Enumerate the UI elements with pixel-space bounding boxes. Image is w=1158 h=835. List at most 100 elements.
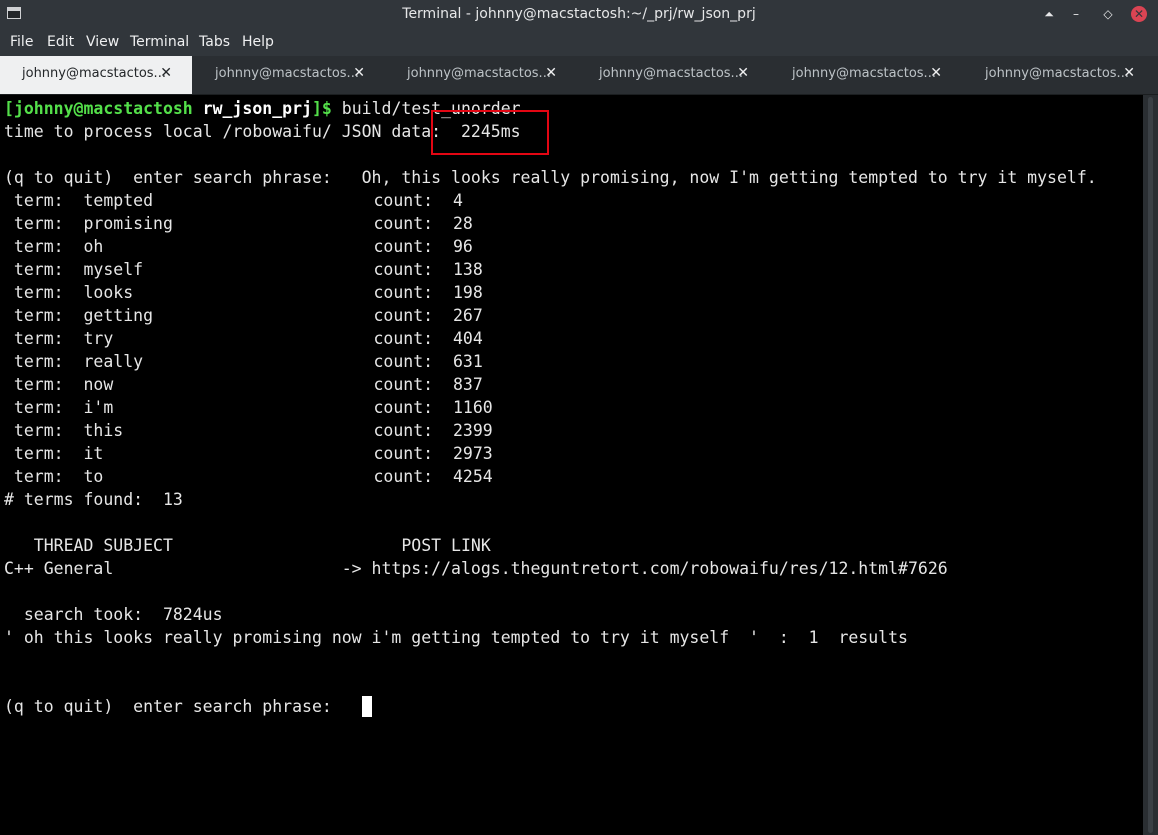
terminal-output[interactable]: [johnny@macstactosh rw_json_prj]$ build/… <box>0 95 1143 835</box>
term-value: promising <box>83 214 173 233</box>
highlight-annotation-box <box>431 110 549 155</box>
count-value: 2399 <box>452 421 493 440</box>
tab-6[interactable]: johnny@macstactos... ✕ <box>963 56 1155 94</box>
term-value: getting <box>83 306 154 325</box>
keep-above-icon[interactable]: ⏶ <box>1041 6 1057 22</box>
term-label: term: <box>4 467 84 486</box>
tab-close-icon[interactable]: ✕ <box>1123 65 1135 81</box>
terms-found-line: # terms found: 13 <box>4 490 183 509</box>
term-label: term: <box>4 306 84 325</box>
prompt-symbol: ]$ <box>311 99 332 118</box>
count-value: 4 <box>452 191 463 210</box>
term-value: myself <box>83 260 144 279</box>
menu-terminal[interactable]: Terminal <box>130 34 189 50</box>
vertical-scrollbar[interactable] <box>1143 95 1158 835</box>
menu-file[interactable]: File <box>10 34 33 50</box>
count-label: count: <box>373 237 453 256</box>
count-label: count: <box>373 191 453 210</box>
count-value: 4254 <box>452 467 493 486</box>
window-title: Terminal - johnny@macstactosh:~/_prj/rw_… <box>402 6 756 22</box>
tab-4[interactable]: johnny@macstactos... ✕ <box>577 56 769 94</box>
term-value: tempted <box>83 191 154 210</box>
count-label: count: <box>373 375 453 394</box>
tab-close-icon[interactable]: ✕ <box>545 65 557 81</box>
term-value: really <box>83 352 144 371</box>
count-value: 1160 <box>452 398 493 417</box>
menu-tabs[interactable]: Tabs <box>199 34 230 50</box>
count-label: count: <box>373 467 453 486</box>
term-value: it <box>83 444 104 463</box>
term-row: term: looks count: 198 <box>4 281 483 304</box>
count-value: 2973 <box>452 444 493 463</box>
tab-label: johnny@macstactos... <box>599 66 743 81</box>
tab-close-icon[interactable]: ✕ <box>737 65 749 81</box>
results-summary-line: ' oh this looks really promising now i'm… <box>4 628 908 647</box>
term-label: term: <box>4 214 84 233</box>
count-label: count: <box>373 421 453 440</box>
tab-label: johnny@macstactos... <box>215 66 359 81</box>
term-value: try <box>83 329 114 348</box>
count-value: 28 <box>452 214 473 233</box>
count-label: count: <box>373 283 453 302</box>
scrollbar-track[interactable] <box>1148 97 1153 833</box>
search-phrase-line: (q to quit) enter search phrase: Oh, thi… <box>4 168 1097 187</box>
text-cursor <box>361 696 372 717</box>
term-row: term: it count: 2973 <box>4 442 493 465</box>
tab-5[interactable]: johnny@macstactos... ✕ <box>770 56 962 94</box>
term-row: term: promising count: 28 <box>4 212 473 235</box>
search-time-line: search took: 7824us <box>4 605 223 624</box>
term-label: term: <box>4 352 84 371</box>
restore-icon[interactable]: ◇ <box>1100 6 1116 22</box>
term-label: term: <box>4 329 84 348</box>
tab-3[interactable]: johnny@macstactos... ✕ <box>385 56 577 94</box>
prompt-directory: rw_json_prj <box>192 99 312 118</box>
count-value: 96 <box>452 237 473 256</box>
count-value: 198 <box>452 283 483 302</box>
count-label: count: <box>373 260 453 279</box>
count-value: 267 <box>452 306 483 325</box>
result-row: C++ General -> https://alogs.theguntreto… <box>4 559 948 578</box>
menu-edit[interactable]: Edit <box>47 34 74 50</box>
count-value: 404 <box>452 329 483 348</box>
minimize-icon[interactable]: – <box>1068 6 1084 22</box>
count-label: count: <box>373 329 453 348</box>
term-label: term: <box>4 260 84 279</box>
tab-label: johnny@macstactos... <box>22 66 166 81</box>
tab-2[interactable]: johnny@macstactos... ✕ <box>193 56 385 94</box>
tab-close-icon[interactable]: ✕ <box>160 65 172 81</box>
tab-label: johnny@macstactos... <box>407 66 551 81</box>
input-prompt-text: (q to quit) enter search phrase: <box>4 697 362 716</box>
menu-view[interactable]: View <box>86 34 119 50</box>
term-value: looks <box>83 283 134 302</box>
term-label: term: <box>4 283 84 302</box>
term-value: to <box>83 467 104 486</box>
term-value: oh <box>83 237 104 256</box>
tab-close-icon[interactable]: ✕ <box>353 65 365 81</box>
term-row: term: really count: 631 <box>4 350 483 373</box>
prompt-user: [johnny@macstactosh <box>4 99 193 118</box>
term-row: term: getting count: 267 <box>4 304 483 327</box>
tab-bar: johnny@macstactos... ✕ johnny@macstactos… <box>0 56 1158 95</box>
tab-1[interactable]: johnny@macstactos... ✕ <box>0 56 192 94</box>
term-row: term: i'm count: 1160 <box>4 396 493 419</box>
term-label: term: <box>4 375 84 394</box>
count-label: count: <box>373 352 453 371</box>
term-row: term: this count: 2399 <box>4 419 493 442</box>
count-label: count: <box>373 214 453 233</box>
term-row: term: try count: 404 <box>4 327 483 350</box>
menu-help[interactable]: Help <box>242 34 274 50</box>
title-bar[interactable]: Terminal - johnny@macstactosh:~/_prj/rw_… <box>0 0 1158 28</box>
count-label: count: <box>373 398 453 417</box>
term-value: this <box>83 421 124 440</box>
term-row: term: oh count: 96 <box>4 235 473 258</box>
term-label: term: <box>4 191 84 210</box>
count-value: 837 <box>452 375 483 394</box>
close-window-icon[interactable]: ✕ <box>1131 6 1147 22</box>
input-prompt-line[interactable]: (q to quit) enter search phrase: <box>4 695 372 718</box>
count-label: count: <box>373 306 453 325</box>
terminal-window: Terminal - johnny@macstactosh:~/_prj/rw_… <box>0 0 1158 835</box>
count-value: 138 <box>452 260 483 279</box>
term-label: term: <box>4 237 84 256</box>
tab-close-icon[interactable]: ✕ <box>930 65 942 81</box>
count-value: 631 <box>452 352 483 371</box>
